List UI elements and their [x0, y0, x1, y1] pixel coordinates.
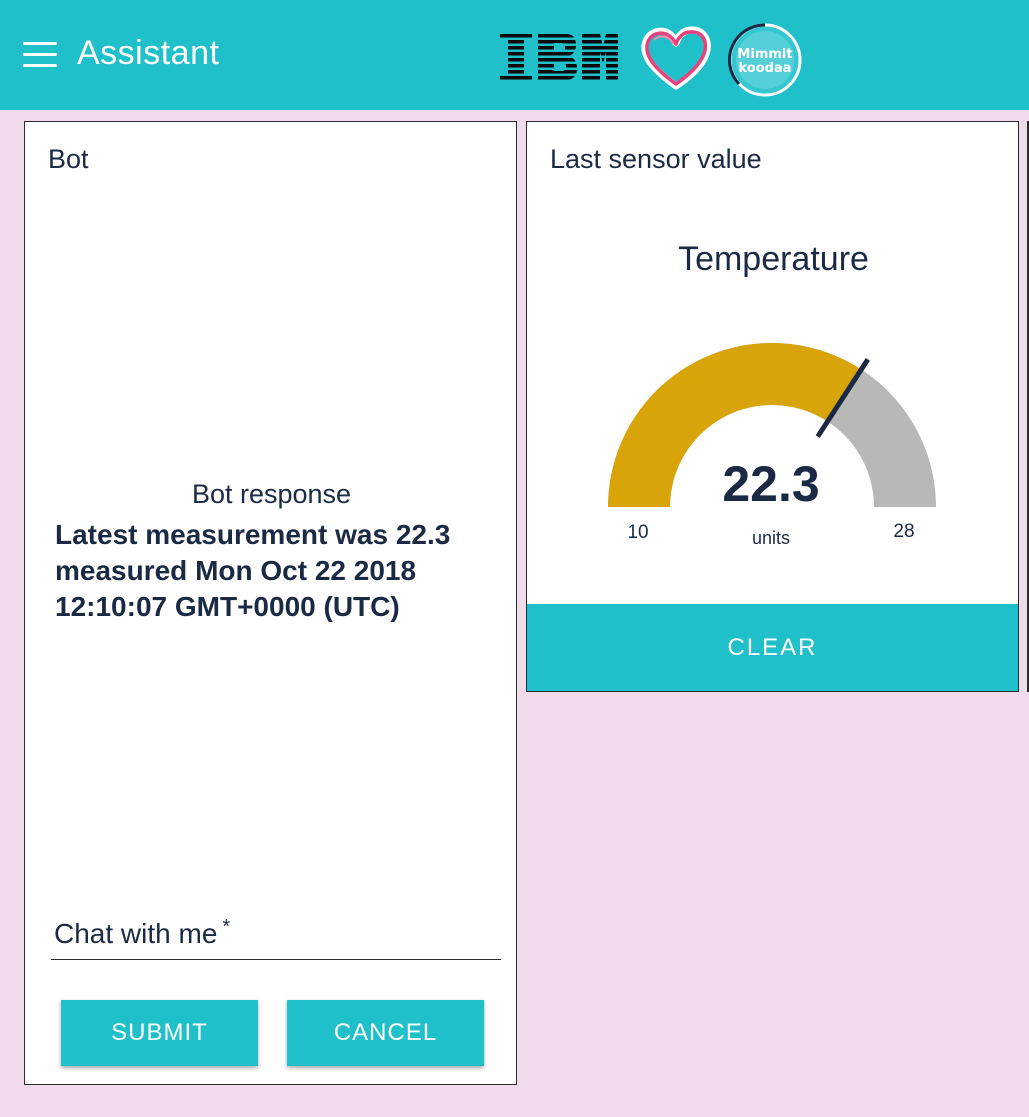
temperature-gauge: 22.3 units 10 28 — [608, 343, 936, 548]
gauge-min-label: 10 — [627, 522, 648, 543]
koodaa-logo-text: koodaa — [738, 61, 791, 76]
sensor-card: Last sensor value Temperature 22.3 units… — [526, 121, 1019, 692]
bot-card: Bot Bot response Latest measurement was … — [24, 121, 517, 1085]
chat-placeholder: Chat with me * — [54, 916, 231, 950]
clear-button[interactable]: CLEAR — [527, 604, 1018, 691]
gauge-max-label: 28 — [893, 521, 914, 542]
bot-response-text: Latest measurement was 22.3 measured Mon… — [55, 519, 451, 622]
mimmit-koodaa-logo: Mimmit koodaa — [728, 23, 802, 97]
menu-icon[interactable] — [23, 42, 57, 68]
sensor-card-title: Last sensor value — [550, 144, 762, 174]
gauge-title: Temperature — [678, 240, 869, 278]
required-asterisk: * — [222, 916, 231, 938]
submit-button[interactable]: SUBMIT — [61, 1000, 258, 1066]
bot-response-label: Bot response — [191, 479, 352, 509]
cancel-button[interactable]: CANCEL — [287, 1000, 484, 1066]
heart-logo — [641, 26, 711, 90]
gauge-value: 22.3 — [722, 456, 819, 512]
app-title: Assistant — [77, 34, 220, 72]
chat-placeholder-text: Chat with me — [54, 918, 218, 949]
mimmit-logo-text: Mimmit — [737, 47, 792, 62]
chat-input[interactable]: Chat with me * — [51, 902, 501, 960]
top-app-bar: Assistant Mimmit koodaa — [0, 0, 1029, 110]
ibm-logo — [500, 34, 618, 80]
bot-card-title: Bot — [48, 144, 89, 174]
gauge-units: units — [752, 528, 790, 548]
